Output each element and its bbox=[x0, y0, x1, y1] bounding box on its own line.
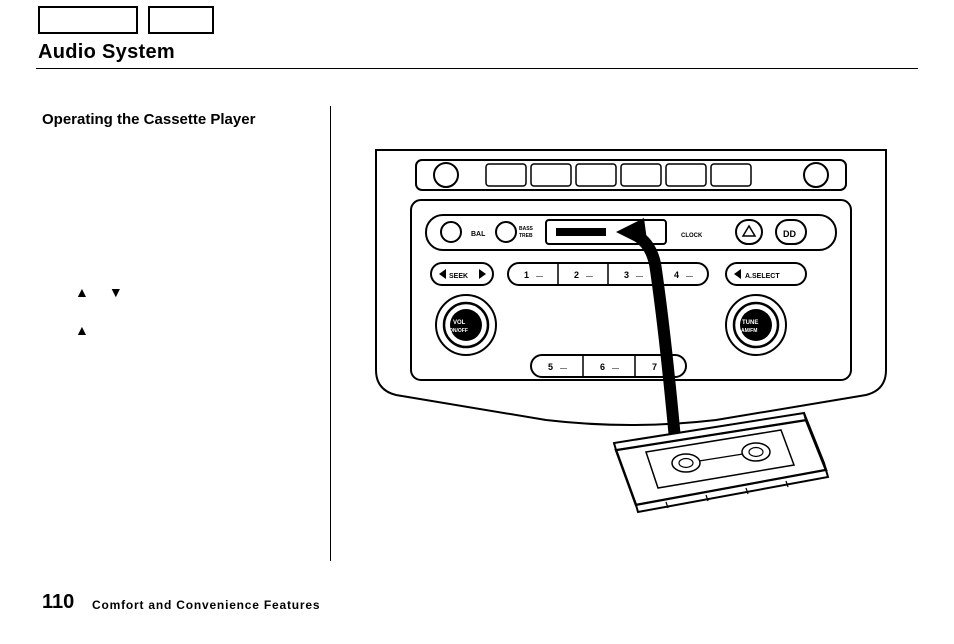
bal-label: BAL bbox=[471, 231, 486, 238]
nav-box-1[interactable] bbox=[38, 6, 138, 34]
preset-2: 2 bbox=[574, 270, 579, 280]
up-triangle-icon: ▲ bbox=[75, 284, 89, 300]
title-divider bbox=[36, 68, 918, 69]
indicator-row-1: ▲ ▼ bbox=[75, 284, 123, 300]
svg-text:VOL: VOL bbox=[453, 320, 466, 326]
up-triangle-icon: ▲ bbox=[75, 322, 89, 338]
bass-label: BASS bbox=[519, 226, 534, 232]
preset-6: 6 bbox=[600, 362, 605, 372]
nav-box-row bbox=[38, 6, 214, 34]
preset-1: 1 bbox=[524, 270, 529, 280]
clock-label: CLOCK bbox=[681, 233, 703, 239]
svg-text:AM/FM: AM/FM bbox=[741, 328, 757, 334]
page-title: Audio System bbox=[38, 41, 175, 64]
svg-text:—: — bbox=[560, 365, 567, 372]
svg-text:SEEK: SEEK bbox=[449, 273, 468, 280]
bal-knob bbox=[441, 222, 461, 242]
indicator-row-2: ▲ bbox=[75, 322, 89, 338]
cassette-tape bbox=[614, 413, 828, 512]
svg-text:—: — bbox=[586, 273, 593, 280]
svg-text:ON/OFF: ON/OFF bbox=[449, 328, 468, 334]
bass-treb-knob bbox=[496, 222, 516, 242]
svg-text:—: — bbox=[612, 365, 619, 372]
down-triangle-icon: ▼ bbox=[109, 284, 123, 300]
treb-label: TREB bbox=[519, 233, 533, 239]
svg-text:DD: DD bbox=[783, 229, 796, 239]
svg-text:A.SELECT: A.SELECT bbox=[745, 273, 780, 280]
preset-7: 7 bbox=[652, 362, 657, 372]
preset-5: 5 bbox=[548, 362, 553, 372]
section-subtitle: Operating the Cassette Player bbox=[42, 111, 255, 128]
svg-text:—: — bbox=[636, 273, 643, 280]
preset-4: 4 bbox=[674, 270, 679, 280]
cassette-player-illustration: BAL BASS TREB CLOCK DD SEEK 1 — 2 — 3 — … bbox=[356, 140, 906, 540]
eject-button bbox=[736, 220, 762, 244]
svg-text:—: — bbox=[536, 273, 543, 280]
nav-box-2[interactable] bbox=[148, 6, 214, 34]
page-number: 110 bbox=[42, 591, 74, 614]
column-divider bbox=[330, 106, 331, 561]
footer-section-label: Comfort and Convenience Features bbox=[92, 598, 320, 612]
svg-text:TUNE: TUNE bbox=[742, 320, 758, 326]
svg-text:—: — bbox=[686, 273, 693, 280]
preset-3: 3 bbox=[624, 270, 629, 280]
